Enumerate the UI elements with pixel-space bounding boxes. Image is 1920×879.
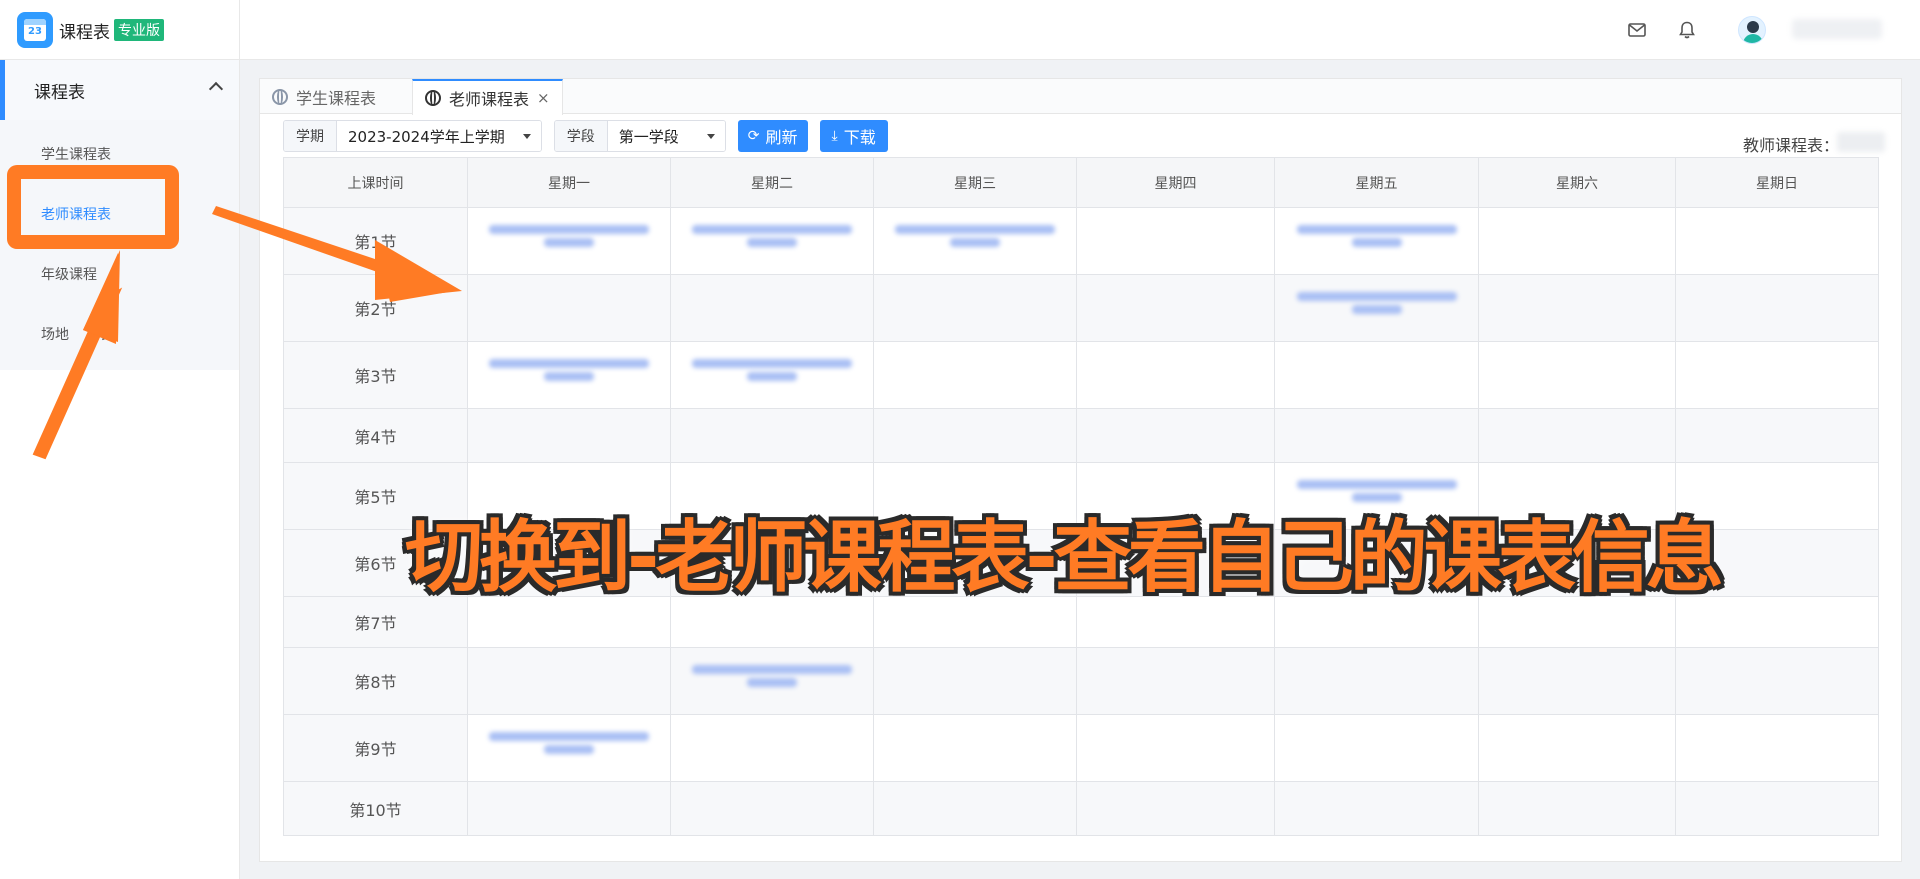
- arrow-up-icon: [32, 250, 123, 460]
- annotation-arrows: [32, 206, 462, 460]
- arrow-right-icon: [212, 206, 462, 302]
- annotation-caption: 切换到-老师课程表-查看自己的课表信息: [405, 513, 1724, 603]
